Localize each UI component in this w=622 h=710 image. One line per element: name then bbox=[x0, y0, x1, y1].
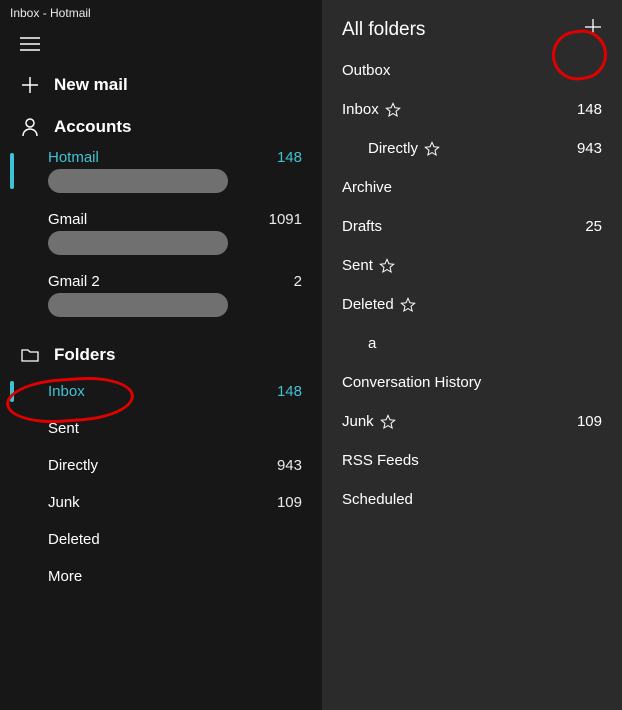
star-icon bbox=[424, 141, 440, 157]
folders-header[interactable]: Folders bbox=[0, 331, 322, 373]
account-count: 148 bbox=[277, 149, 302, 166]
folder-name: Deleted bbox=[48, 531, 302, 548]
folder-item-inbox[interactable]: Inbox148 bbox=[0, 373, 322, 410]
all-folders-item-5[interactable]: Sent bbox=[322, 246, 622, 285]
hamburger-button[interactable] bbox=[0, 26, 322, 61]
all-folders-item-3[interactable]: Archive bbox=[322, 168, 622, 207]
person-icon bbox=[20, 118, 40, 136]
all-folders-item-10[interactable]: RSS Feeds bbox=[322, 441, 622, 480]
star-icon bbox=[379, 258, 395, 274]
folder-name: a bbox=[368, 335, 376, 352]
all-folders-title: All folders bbox=[342, 19, 584, 41]
all-folders-item-1[interactable]: Inbox 148 bbox=[322, 90, 622, 129]
folder-name: Sent bbox=[48, 420, 302, 437]
folder-name: Junk bbox=[48, 494, 277, 511]
folder-name: Drafts bbox=[342, 218, 382, 235]
account-count: 1091 bbox=[269, 211, 302, 228]
folder-name: Conversation History bbox=[342, 374, 481, 391]
folder-count: 943 bbox=[577, 140, 602, 157]
folder-name: Outbox bbox=[342, 62, 390, 79]
account-name: Hotmail bbox=[48, 149, 269, 167]
star-icon bbox=[400, 297, 416, 313]
folder-name: Inbox bbox=[342, 101, 379, 118]
all-folders-item-0[interactable]: Outbox bbox=[322, 51, 622, 90]
folder-count: 109 bbox=[577, 413, 602, 430]
folder-name: Directly bbox=[48, 457, 277, 474]
folder-name: Sent bbox=[342, 257, 373, 274]
new-mail-button[interactable]: New mail bbox=[0, 61, 322, 103]
folder-count: 109 bbox=[277, 494, 302, 511]
folder-name: Inbox bbox=[48, 383, 277, 400]
all-folders-item-2[interactable]: Directly 943 bbox=[322, 129, 622, 168]
folder-item-directly[interactable]: Directly943 bbox=[0, 447, 322, 484]
all-folders-item-6[interactable]: Deleted bbox=[322, 285, 622, 324]
redacted-email bbox=[48, 293, 228, 317]
all-folders-item-9[interactable]: Junk 109 bbox=[322, 402, 622, 441]
account-name: Gmail bbox=[48, 211, 261, 229]
account-item-2[interactable]: Gmail 2 2 bbox=[0, 269, 322, 321]
folder-name: Junk bbox=[342, 413, 374, 430]
all-folders-item-11[interactable]: Scheduled bbox=[322, 480, 622, 519]
accounts-header[interactable]: Accounts bbox=[0, 103, 322, 145]
star-icon bbox=[380, 414, 396, 430]
folder-name: Archive bbox=[342, 179, 392, 196]
folders-label: Folders bbox=[54, 345, 115, 365]
redacted-email bbox=[48, 169, 228, 193]
folder-count: 148 bbox=[577, 101, 602, 118]
plus-icon bbox=[20, 77, 40, 93]
folder-name: Deleted bbox=[342, 296, 394, 313]
folder-count: 148 bbox=[277, 383, 302, 400]
account-item-0[interactable]: Hotmail 148 bbox=[0, 145, 322, 197]
star-icon bbox=[385, 102, 401, 118]
all-folders-item-8[interactable]: Conversation History bbox=[322, 363, 622, 402]
folder-icon bbox=[20, 348, 40, 362]
account-count: 2 bbox=[294, 273, 302, 290]
folder-name: Directly bbox=[368, 140, 418, 157]
all-folders-item-7[interactable]: a bbox=[322, 324, 622, 363]
folder-item-junk[interactable]: Junk109 bbox=[0, 484, 322, 521]
new-mail-label: New mail bbox=[54, 75, 128, 95]
folder-item-sent[interactable]: Sent bbox=[0, 410, 322, 447]
add-folder-button[interactable] bbox=[584, 18, 602, 41]
redacted-email bbox=[48, 231, 228, 255]
folder-name: RSS Feeds bbox=[342, 452, 419, 469]
folder-name: Scheduled bbox=[342, 491, 413, 508]
accounts-label: Accounts bbox=[54, 117, 131, 137]
account-item-1[interactable]: Gmail 1091 bbox=[0, 207, 322, 259]
folder-count: 25 bbox=[585, 218, 602, 235]
account-name: Gmail 2 bbox=[48, 273, 286, 291]
window-title: Inbox - Hotmail bbox=[0, 0, 322, 26]
folder-item-deleted[interactable]: Deleted bbox=[0, 521, 322, 558]
folder-count: 943 bbox=[277, 457, 302, 474]
folder-item-more[interactable]: More bbox=[0, 558, 322, 595]
folder-name: More bbox=[48, 568, 302, 585]
all-folders-item-4[interactable]: Drafts 25 bbox=[322, 207, 622, 246]
